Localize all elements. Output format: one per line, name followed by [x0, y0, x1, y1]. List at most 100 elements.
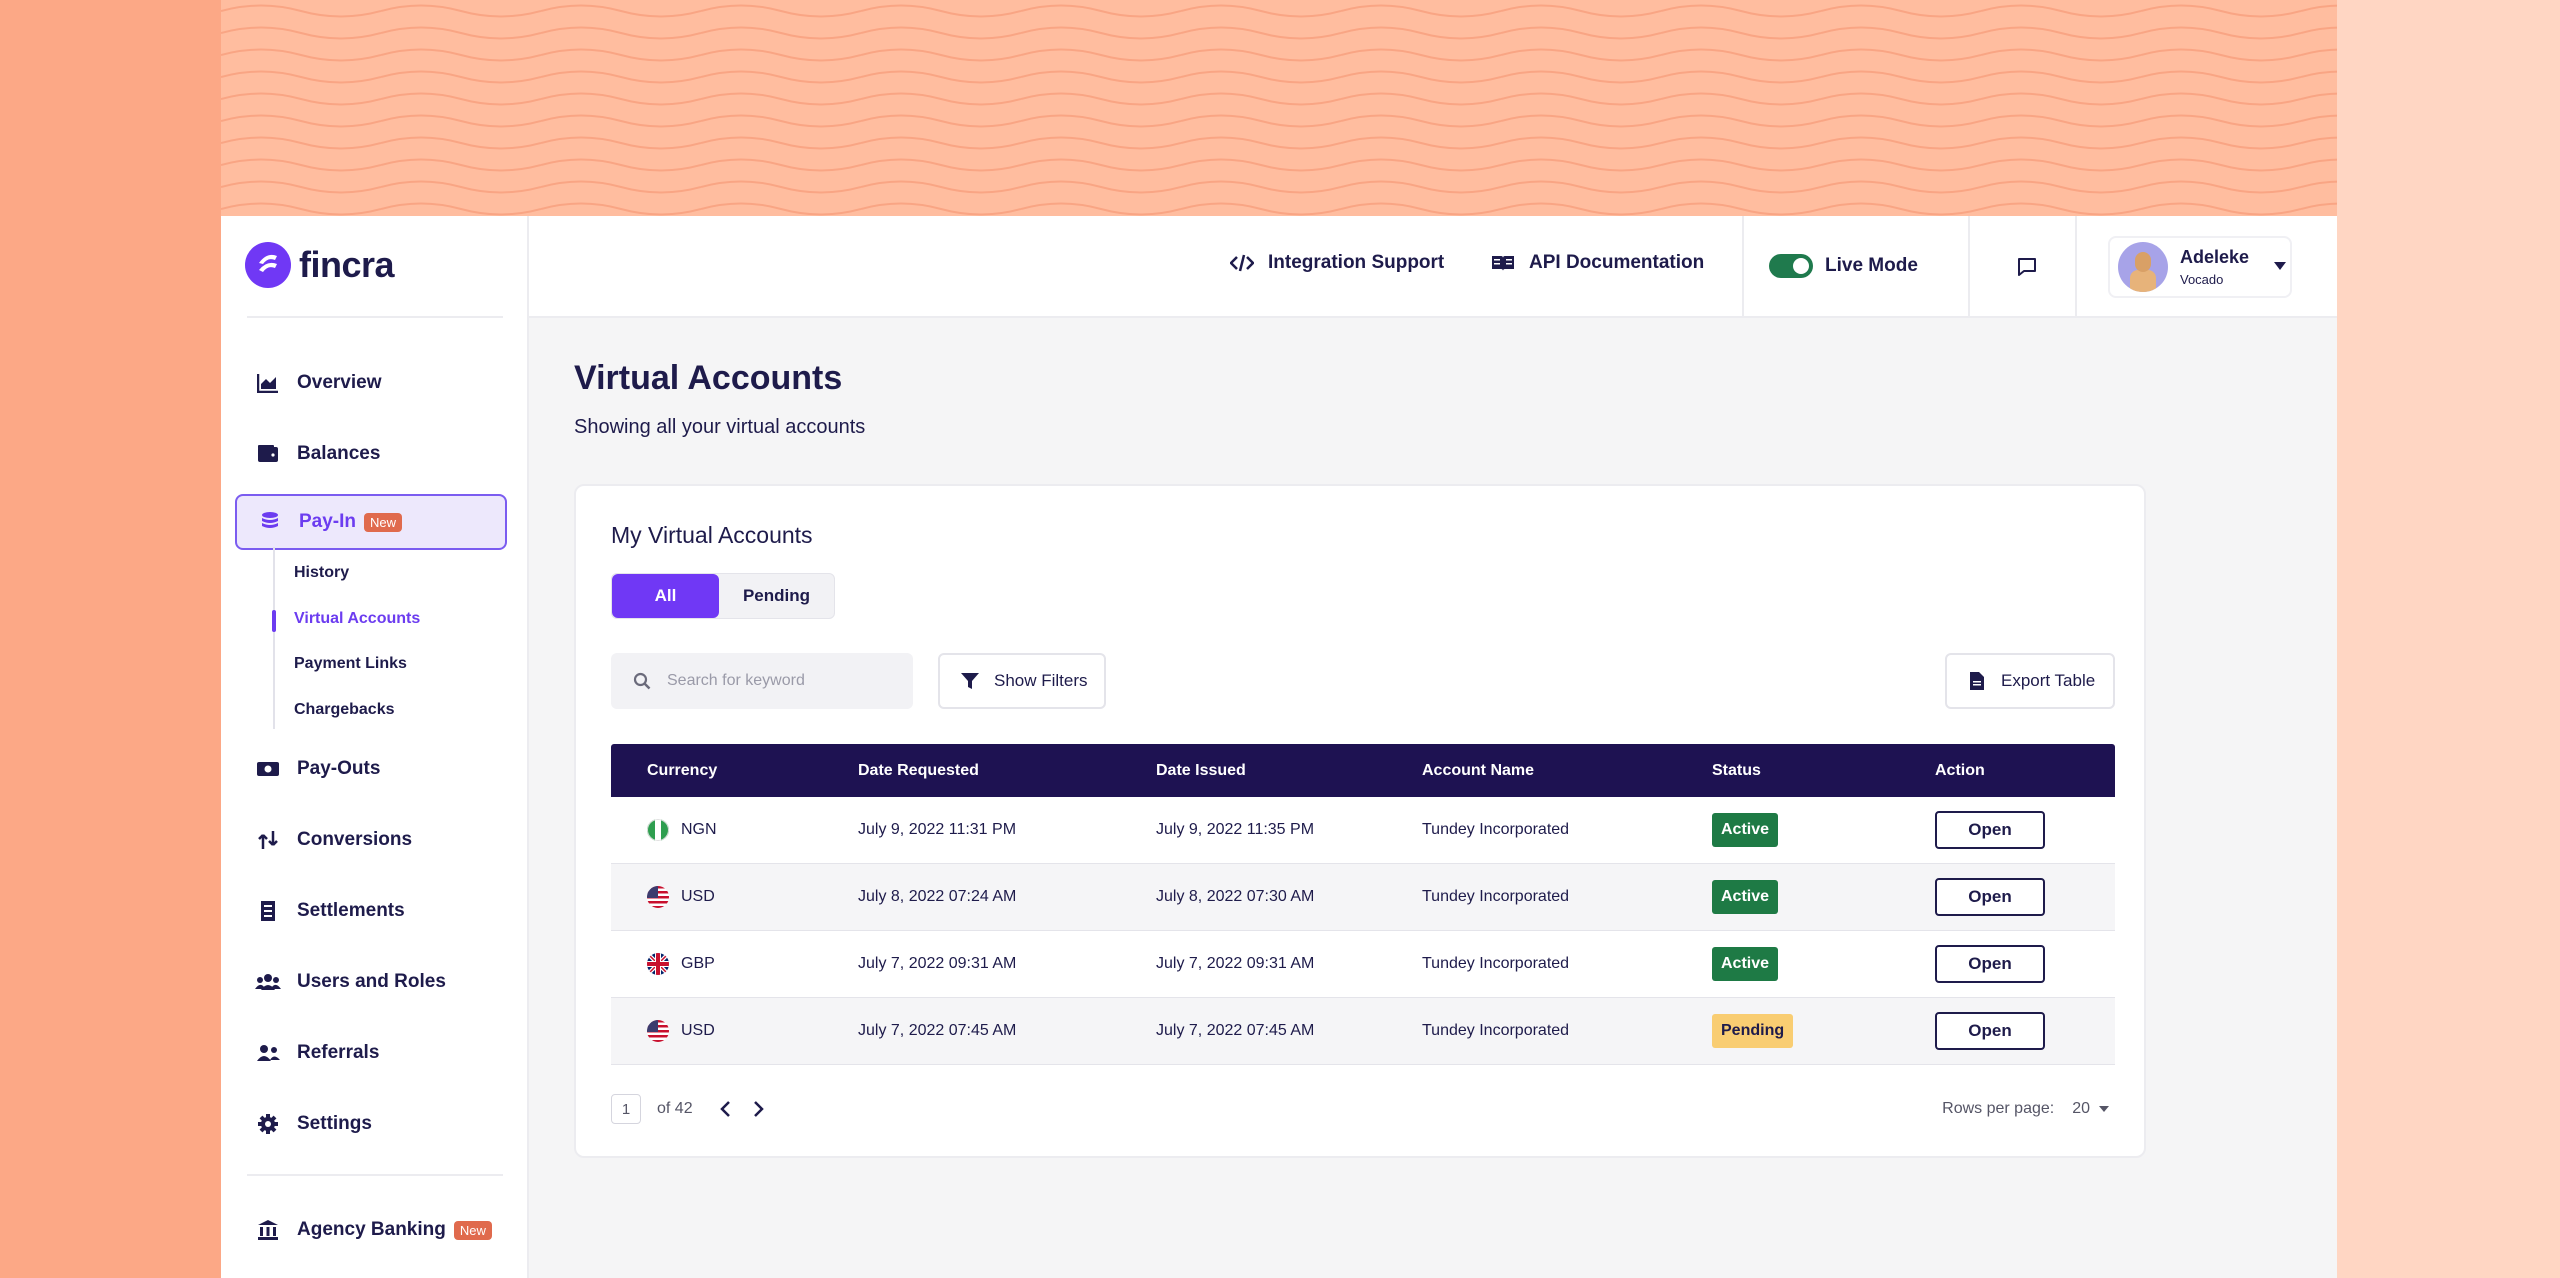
avatar: [2118, 242, 2168, 292]
integration-support-link[interactable]: Integration Support: [1230, 252, 1444, 274]
file-export-icon: [1970, 672, 1984, 690]
page-total: of 42: [657, 1100, 693, 1117]
sidebar-item-overview[interactable]: Overview: [235, 357, 507, 409]
api-documentation-link[interactable]: API Documentation: [1491, 252, 1704, 274]
sidebar-item-label: Overview: [297, 372, 382, 393]
export-table-button[interactable]: Export Table: [1945, 653, 2115, 709]
currency-code: NGN: [681, 821, 717, 838]
rows-per-page-value: 20: [2072, 1100, 2090, 1117]
currency-cell: USD: [611, 1020, 858, 1042]
account-name: Tundey Incorporated: [1422, 1022, 1570, 1039]
tab-pending[interactable]: Pending: [719, 574, 834, 618]
page-number[interactable]: 1: [611, 1094, 641, 1124]
sidebar-item-agency-banking[interactable]: Agency Banking New: [235, 1204, 507, 1256]
rows-per-page: Rows per page: 20: [1942, 1100, 2110, 1118]
date-issued: July 7, 2022 09:31 AM: [1156, 955, 1315, 972]
sidebar-item-label: Settings: [297, 1113, 372, 1134]
user-menu[interactable]: Adeleke Vocado: [2108, 236, 2292, 298]
col-currency: Currency: [647, 761, 718, 779]
table-row: USD July 7, 2022 07:45 AM July 7, 2022 0…: [611, 998, 2115, 1065]
sidebar-item-settlements[interactable]: Settlements: [235, 885, 507, 937]
chevron-right-icon[interactable]: [753, 1100, 765, 1118]
subnav-line: [273, 547, 275, 729]
date-issued: July 7, 2022 07:45 AM: [1156, 1022, 1315, 1039]
action-cell: Open: [1935, 945, 2115, 983]
table-row: NGN July 9, 2022 11:31 PM July 9, 2022 1…: [611, 797, 2115, 864]
action-cell: Open: [1935, 1012, 2115, 1050]
live-mode-label: Live Mode: [1825, 255, 1918, 276]
subnav-active-marker: [272, 610, 276, 632]
brand-logo[interactable]: fincra: [245, 242, 395, 288]
open-button[interactable]: Open: [1935, 811, 2045, 849]
integration-support-label: Integration Support: [1268, 252, 1445, 273]
status-cell: Pending: [1712, 1014, 1935, 1048]
action-cell: Open: [1935, 878, 2115, 916]
open-button[interactable]: Open: [1935, 878, 2045, 916]
header-separator: [1968, 216, 1970, 316]
date-requested: July 8, 2022 07:24 AM: [858, 888, 1017, 905]
sidebar-item-label: Pay-In: [299, 511, 357, 532]
fincra-logo-icon: [245, 242, 291, 288]
rows-per-page-select[interactable]: 20: [2072, 1100, 2110, 1118]
new-badge: New: [453, 1220, 492, 1240]
chat-button[interactable]: [2005, 245, 2049, 289]
app-window: fincra Overview Balances Pay-In New Hist…: [221, 216, 2337, 1278]
money-bill-icon: [255, 756, 281, 782]
page-subtitle: Showing all your virtual accounts: [574, 416, 866, 438]
caret-down-icon: [2098, 1105, 2110, 1113]
live-mode-toggle[interactable]: Live Mode: [1769, 254, 1918, 278]
currency-code: GBP: [681, 955, 715, 972]
background-right: [2337, 0, 2560, 1278]
sidebar-item-users-and-roles[interactable]: Users and Roles: [235, 956, 507, 1008]
filter-tabs: All Pending: [611, 573, 835, 619]
date-issued: July 8, 2022 07:30 AM: [1156, 888, 1315, 905]
api-documentation-label: API Documentation: [1529, 252, 1705, 273]
date-requested: July 7, 2022 09:31 AM: [858, 955, 1017, 972]
toggle-switch[interactable]: [1769, 254, 1813, 278]
export-table-label: Export Table: [2001, 671, 2096, 690]
user-org: Vocado: [2180, 272, 2224, 287]
open-button[interactable]: Open: [1935, 1012, 2045, 1050]
subnav-item-payment-links[interactable]: Payment Links: [294, 655, 407, 673]
currency-cell: NGN: [611, 819, 858, 841]
search-input[interactable]: [665, 671, 889, 691]
sidebar-divider: [247, 1174, 503, 1176]
open-button[interactable]: Open: [1935, 945, 2045, 983]
subnav-item-chargebacks[interactable]: Chargebacks: [294, 701, 395, 719]
status-badge: Active: [1712, 813, 1779, 847]
sidebar-item-referrals[interactable]: Referrals: [235, 1027, 507, 1079]
page-title: Virtual Accounts: [574, 359, 843, 397]
background-left: [0, 0, 221, 1278]
sidebar-item-pay-in[interactable]: Pay-In New: [235, 494, 507, 550]
sidebar-item-pay-outs[interactable]: Pay-Outs: [235, 743, 507, 795]
search-box[interactable]: [611, 653, 913, 709]
subnav-item-history[interactable]: History: [294, 564, 349, 582]
sidebar-item-balances[interactable]: Balances: [235, 428, 507, 480]
users-icon: [255, 969, 281, 995]
chevron-left-icon[interactable]: [719, 1100, 731, 1118]
new-badge: New: [364, 512, 403, 532]
coins-icon: [257, 509, 283, 535]
us-flag-icon: [647, 1020, 669, 1042]
account-name: Tundey Incorporated: [1422, 888, 1570, 905]
us-flag-icon: [647, 886, 669, 908]
bank-icon: [255, 1217, 281, 1243]
col-status: Status: [1712, 761, 1761, 779]
sidebar-item-label: Pay-Outs: [297, 758, 381, 779]
chat-icon: [2018, 258, 2036, 276]
sidebar-item-label: Users and Roles: [297, 971, 446, 992]
status-badge: Pending: [1712, 1014, 1794, 1048]
date-requested: July 9, 2022 11:31 PM: [858, 821, 1017, 838]
tab-all[interactable]: All: [612, 574, 719, 618]
rows-per-page-label: Rows per page:: [1942, 1100, 2055, 1117]
receipt-icon: [255, 898, 281, 924]
sidebar-item-settings[interactable]: Settings: [235, 1098, 507, 1150]
currency-code: USD: [681, 1022, 715, 1039]
sidebar-item-conversions[interactable]: Conversions: [235, 814, 507, 866]
subnav-item-virtual-accounts[interactable]: Virtual Accounts: [294, 610, 420, 628]
status-badge: Active: [1712, 880, 1779, 914]
table-header: Currency Date Requested Date Issued Acco…: [611, 744, 2115, 797]
referral-icon: [255, 1040, 281, 1066]
show-filters-button[interactable]: Show Filters: [938, 653, 1106, 709]
exchange-icon: [255, 827, 281, 853]
